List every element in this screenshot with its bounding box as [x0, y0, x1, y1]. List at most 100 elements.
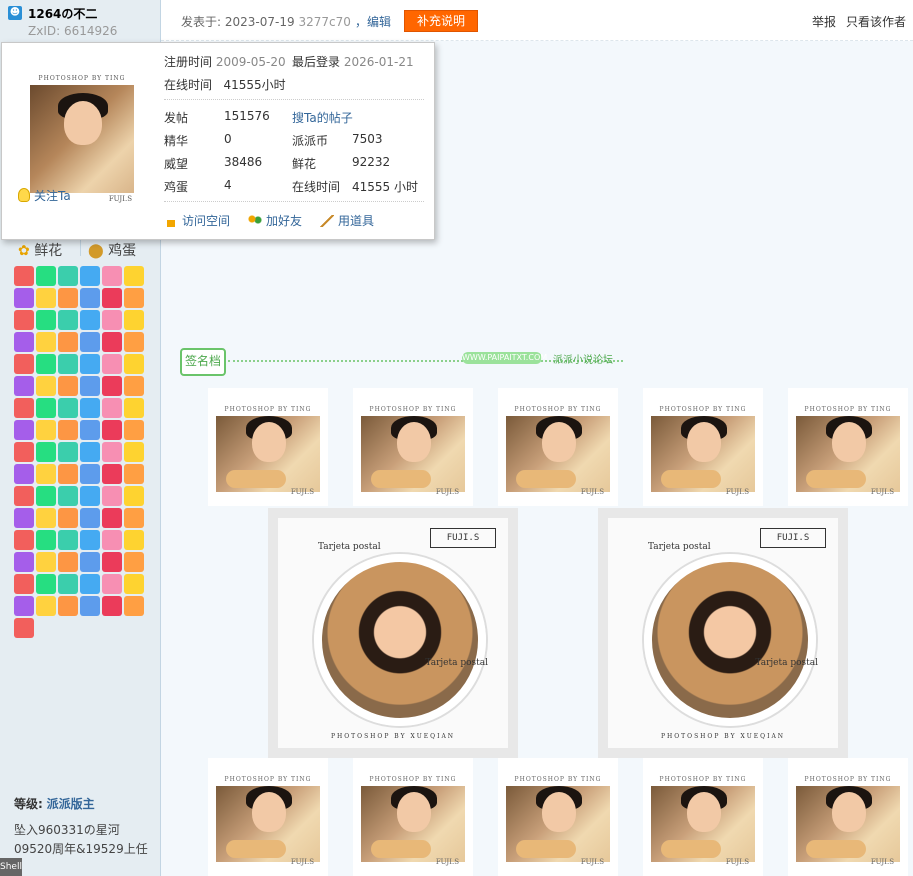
flower-gift[interactable]: ✿ 鲜花	[18, 240, 62, 260]
medal-icon[interactable]	[124, 398, 144, 418]
medal-icon[interactable]	[102, 332, 122, 352]
medal-icon[interactable]	[80, 420, 100, 440]
medal-icon[interactable]	[36, 596, 56, 616]
medal-icon[interactable]	[102, 486, 122, 506]
medal-icon[interactable]	[14, 442, 34, 462]
medal-icon[interactable]	[102, 398, 122, 418]
medal-icon[interactable]	[58, 442, 78, 462]
medal-icon[interactable]	[58, 420, 78, 440]
medal-icon[interactable]	[58, 574, 78, 594]
medal-icon[interactable]	[124, 464, 144, 484]
medal-icon[interactable]	[14, 332, 34, 352]
thumbnail-top-photo[interactable]: PHOTOSHOP BY TING FUJI.S	[498, 388, 618, 506]
medal-icon[interactable]	[14, 288, 34, 308]
medal-icon[interactable]	[14, 530, 34, 550]
medal-icon[interactable]	[124, 530, 144, 550]
medal-icon[interactable]	[58, 596, 78, 616]
medal-icon[interactable]	[36, 486, 56, 506]
medal-icon[interactable]	[80, 288, 100, 308]
medal-icon[interactable]	[58, 354, 78, 374]
thumbnail-bottom-photo[interactable]: PHOTOSHOP BY TING FUJI.S	[353, 758, 473, 876]
medal-icon[interactable]	[36, 398, 56, 418]
medal-icon[interactable]	[80, 398, 100, 418]
thumbnail-top-photo[interactable]: PHOTOSHOP BY TING FUJI.S	[353, 388, 473, 506]
medal-icon[interactable]	[102, 420, 122, 440]
medal-icon[interactable]	[80, 442, 100, 462]
medal-icon[interactable]	[124, 310, 144, 330]
medal-icon[interactable]	[36, 354, 56, 374]
add-friend-button[interactable]: 加好友	[248, 212, 302, 229]
medal-icon[interactable]	[80, 266, 100, 286]
thumbnail-top-photo[interactable]: PHOTOSHOP BY TING FUJI.S	[208, 388, 328, 506]
medal-icon[interactable]	[124, 596, 144, 616]
medal-icon[interactable]	[36, 552, 56, 572]
medal-icon[interactable]	[102, 266, 122, 286]
medal-icon[interactable]	[36, 376, 56, 396]
medal-icon[interactable]	[102, 442, 122, 462]
medal-icon[interactable]	[14, 596, 34, 616]
medal-icon[interactable]	[80, 574, 100, 594]
medal-icon[interactable]	[36, 310, 56, 330]
medal-icon[interactable]	[102, 288, 122, 308]
thumbnail-bottom-photo[interactable]: PHOTOSHOP BY TING FUJI.S	[208, 758, 328, 876]
medal-icon[interactable]	[36, 464, 56, 484]
medal-icon[interactable]	[58, 332, 78, 352]
medal-icon[interactable]	[80, 310, 100, 330]
medal-icon[interactable]	[102, 552, 122, 572]
medal-icon[interactable]	[58, 530, 78, 550]
medal-icon[interactable]	[58, 552, 78, 572]
medal-icon[interactable]	[14, 398, 34, 418]
medal-icon[interactable]	[102, 508, 122, 528]
medal-icon[interactable]	[58, 288, 78, 308]
thumbnail-top-photo[interactable]: PHOTOSHOP BY TING FUJI.S	[788, 388, 908, 506]
medal-icon[interactable]	[80, 596, 100, 616]
medal-icon[interactable]	[124, 376, 144, 396]
medal-icon[interactable]	[36, 508, 56, 528]
medal-icon[interactable]	[80, 486, 100, 506]
medal-icon[interactable]	[36, 332, 56, 352]
medal-icon[interactable]	[80, 332, 100, 352]
medal-icon[interactable]	[14, 420, 34, 440]
medal-icon[interactable]	[124, 354, 144, 374]
medal-icon[interactable]	[80, 530, 100, 550]
medal-icon[interactable]	[14, 486, 34, 506]
medal-icon[interactable]	[14, 552, 34, 572]
medal-icon[interactable]	[80, 376, 100, 396]
medal-icon[interactable]	[36, 420, 56, 440]
medal-icon[interactable]	[102, 376, 122, 396]
search-posts-link[interactable]: 搜Ta的帖子	[292, 109, 353, 126]
thumbnail-bottom-photo[interactable]: PHOTOSHOP BY TING FUJI.S	[643, 758, 763, 876]
medal-icon[interactable]	[124, 442, 144, 462]
medal-icon[interactable]	[58, 508, 78, 528]
medal-icon[interactable]	[80, 464, 100, 484]
edit-link[interactable]: ，编辑	[355, 13, 391, 30]
medal-icon[interactable]	[124, 420, 144, 440]
medal-icon[interactable]	[102, 574, 122, 594]
report-link[interactable]: 举报	[812, 13, 836, 30]
egg-gift[interactable]: ⬤ 鸡蛋	[88, 240, 136, 260]
medal-icon[interactable]	[36, 442, 56, 462]
follow-button[interactable]: 关注Ta	[18, 187, 71, 204]
medal-icon[interactable]	[58, 464, 78, 484]
medal-icon[interactable]	[36, 574, 56, 594]
medal-icon[interactable]	[14, 376, 34, 396]
medal-icon[interactable]	[14, 508, 34, 528]
medal-icon[interactable]	[124, 508, 144, 528]
medal-icon[interactable]	[14, 618, 34, 638]
medal-icon[interactable]	[14, 354, 34, 374]
medal-icon[interactable]	[80, 354, 100, 374]
avatar[interactable]: PHOTOSHOP BY TING FUJI.S	[26, 75, 138, 203]
medal-icon[interactable]	[36, 266, 56, 286]
medal-icon[interactable]	[102, 354, 122, 374]
medal-icon[interactable]	[102, 310, 122, 330]
visit-space-button[interactable]: 访问空间	[164, 212, 230, 229]
medal-icon[interactable]	[124, 288, 144, 308]
medal-icon[interactable]	[124, 486, 144, 506]
medal-icon[interactable]	[80, 508, 100, 528]
thumbnail-bottom-photo[interactable]: PHOTOSHOP BY TING FUJI.S	[498, 758, 618, 876]
thumbnail-bottom-photo[interactable]: PHOTOSHOP BY TING FUJI.S	[788, 758, 908, 876]
medal-icon[interactable]	[14, 574, 34, 594]
author-name[interactable]: 1264の不二	[28, 5, 97, 22]
use-item-button[interactable]: 用道具	[320, 212, 374, 229]
medal-icon[interactable]	[102, 464, 122, 484]
